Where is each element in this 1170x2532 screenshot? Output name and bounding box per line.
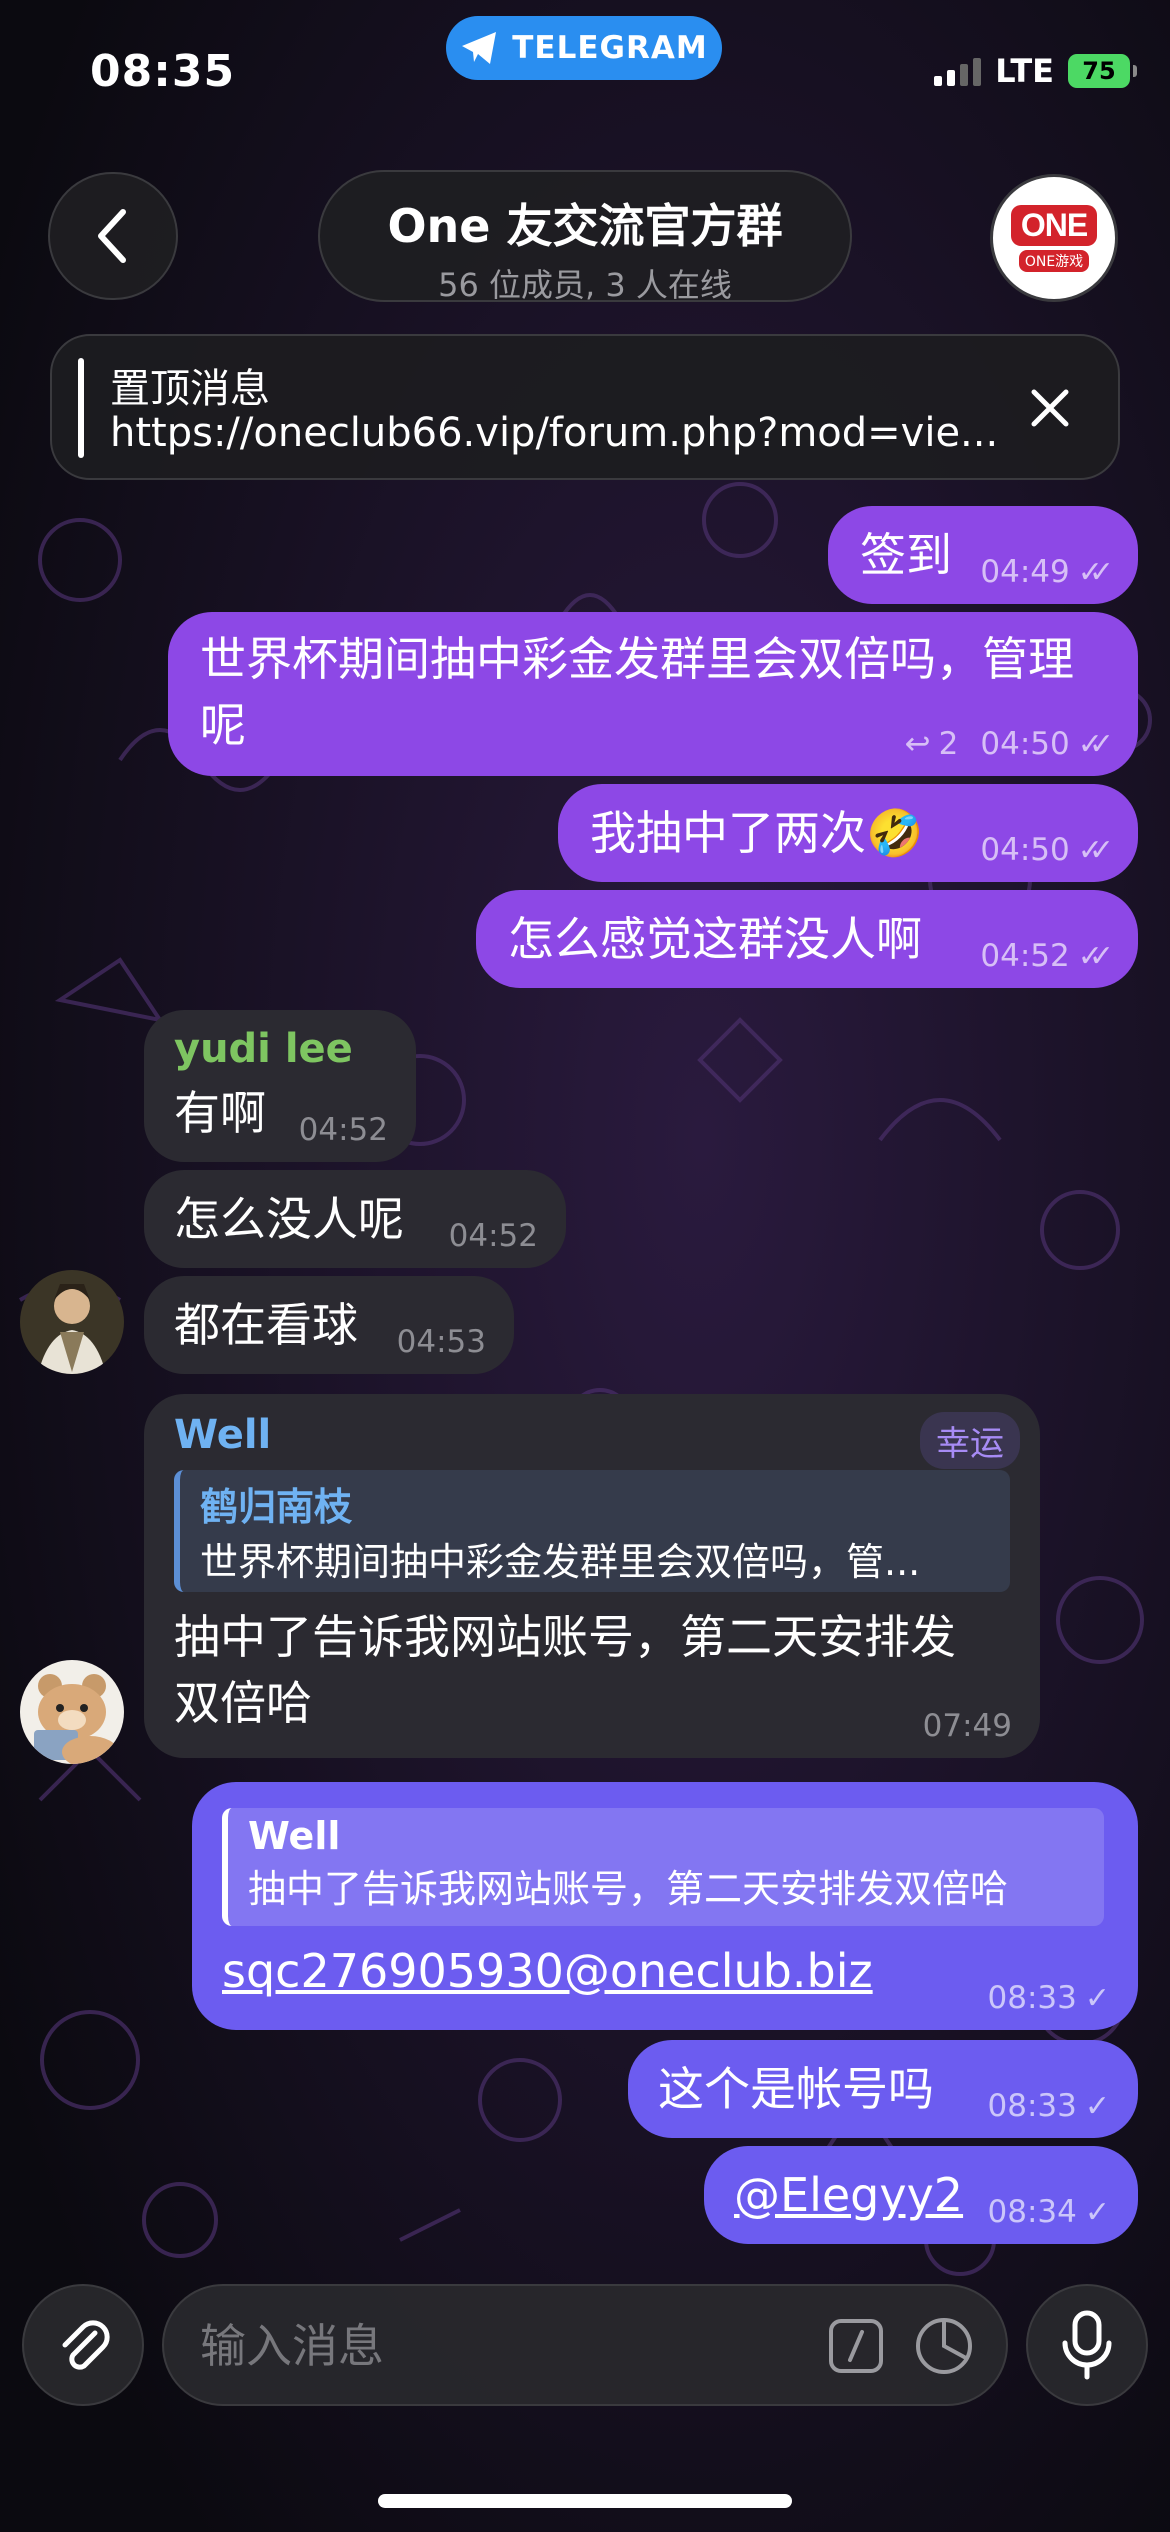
group-avatar[interactable]: ONE ONE游戏 bbox=[990, 174, 1118, 302]
pinned-title: 置顶消息 bbox=[110, 366, 270, 412]
message-meta: ↩ 2 04:50 ✓✓ bbox=[904, 726, 1115, 762]
message-text: 这个是帐号吗 bbox=[658, 2062, 934, 2116]
message-time: 04:49 bbox=[980, 554, 1070, 590]
message-time: 08:33 bbox=[987, 1980, 1077, 2016]
command-icon[interactable] bbox=[828, 2318, 884, 2374]
quoted-sender: 鹤归南枝 bbox=[200, 1485, 353, 1529]
message-meta: 04:49 ✓✓ bbox=[980, 554, 1114, 590]
check-icon: ✓✓ bbox=[1077, 832, 1114, 868]
message-meta: 04:52 ✓✓ bbox=[980, 938, 1114, 974]
message-bubble[interactable]: 我抽中了两次🤣 04:50 ✓✓ bbox=[558, 784, 1138, 882]
pinned-text: https://oneclub66.vip/forum.php?mod=vie.… bbox=[110, 410, 999, 456]
quoted-reply[interactable]: Well 抽中了告诉我网站账号，第二天安排发双倍哈 bbox=[222, 1808, 1104, 1926]
message-time: 04:52 bbox=[298, 1112, 388, 1148]
battery-icon: 75 bbox=[1068, 54, 1137, 88]
message-meta: 04:52 bbox=[299, 1112, 388, 1148]
message-bubble[interactable]: 怎么没人呢 04:52 bbox=[144, 1170, 566, 1268]
close-icon[interactable] bbox=[1022, 380, 1078, 436]
message-meta: 07:49 bbox=[923, 1708, 1012, 1744]
signal-icon bbox=[934, 56, 982, 86]
message-text: 怎么感觉这群没人啊 bbox=[508, 912, 922, 966]
network-label: LTE bbox=[995, 52, 1054, 90]
avatar[interactable] bbox=[20, 1660, 124, 1764]
chat-title-box[interactable]: One 友交流官方群 56 位成员, 3 人在线 bbox=[318, 170, 852, 304]
message-bubble[interactable]: 都在看球 04:53 bbox=[144, 1276, 514, 1374]
home-indicator bbox=[378, 2494, 792, 2508]
message-time: 04:50 bbox=[980, 832, 1070, 868]
back-icon bbox=[98, 209, 126, 263]
chat-subtitle: 56 位成员, 3 人在线 bbox=[438, 266, 732, 304]
mention-link[interactable]: @Elegyy2 bbox=[734, 2162, 963, 2228]
message-bubble[interactable]: 这个是帐号吗 08:33 ✓ bbox=[628, 2040, 1138, 2138]
quoted-text: 世界杯期间抽中彩金发群里会双倍吗，管... bbox=[200, 1540, 921, 1584]
quoted-text: 抽中了告诉我网站账号，第二天安排发双倍哈 bbox=[248, 1867, 1009, 1911]
message-time: 04:53 bbox=[396, 1324, 486, 1360]
quoted-reply[interactable]: 鹤归南枝 世界杯期间抽中彩金发群里会双倍吗，管... bbox=[174, 1470, 1010, 1592]
message-text: 有啊 bbox=[174, 1086, 266, 1140]
message-meta: 04:52 bbox=[449, 1218, 538, 1254]
battery-level: 75 bbox=[1082, 57, 1116, 85]
message-text: 我抽中了两次🤣 bbox=[590, 806, 924, 860]
attach-icon bbox=[62, 2320, 110, 2370]
message-time: 04:50 bbox=[980, 726, 1070, 762]
message-meta: 08:33 ✓ bbox=[988, 1980, 1110, 2016]
message-text: 签到 bbox=[860, 528, 952, 582]
message-time: 07:49 bbox=[922, 1708, 1012, 1744]
message-text: 怎么没人呢 bbox=[174, 1192, 404, 1246]
message-bubble[interactable]: 签到 04:49 ✓✓ bbox=[828, 506, 1138, 604]
avatar[interactable] bbox=[20, 1270, 124, 1374]
message-time: 08:33 bbox=[987, 2088, 1077, 2124]
quoted-sender: Well bbox=[248, 1814, 341, 1858]
message-input-box[interactable] bbox=[162, 2284, 1008, 2406]
message-time: 04:52 bbox=[448, 1218, 538, 1254]
sender-name: Well bbox=[174, 1412, 272, 1458]
group-logo-text: ONE bbox=[1010, 204, 1098, 246]
message-meta: 04:50 ✓✓ bbox=[980, 832, 1114, 868]
sticker-icon[interactable] bbox=[914, 2316, 974, 2376]
chat-title: One 友交流官方群 bbox=[387, 199, 783, 253]
message-bubble[interactable]: yudi lee 有啊 04:52 bbox=[144, 1010, 416, 1162]
email-link[interactable]: sqc276905930@oneclub.biz bbox=[222, 1938, 873, 2004]
message-bubble[interactable]: Well 幸运 鹤归南枝 世界杯期间抽中彩金发群里会双倍吗，管... 抽中了告诉… bbox=[144, 1394, 1040, 1758]
check-icon: ✓✓ bbox=[1077, 938, 1114, 974]
message-bubble[interactable]: 世界杯期间抽中彩金发群里会双倍吗，管理呢 ↩ 2 04:50 ✓✓ bbox=[168, 612, 1138, 776]
message-time: 08:34 bbox=[987, 2194, 1077, 2230]
status-indicators: LTE 75 bbox=[934, 52, 1137, 90]
attach-button[interactable] bbox=[22, 2284, 144, 2406]
reply-arrow-icon: ↩ bbox=[904, 726, 931, 762]
message-time: 04:52 bbox=[980, 938, 1070, 974]
message-meta: 04:53 bbox=[397, 1324, 486, 1360]
check-icon: ✓✓ bbox=[1077, 726, 1114, 762]
message-bubble[interactable]: 怎么感觉这群没人啊 04:52 ✓✓ bbox=[476, 890, 1138, 988]
status-time: 08:35 bbox=[90, 46, 236, 97]
message-text: 抽中了告诉我网站账号，第二天安排发双倍哈 bbox=[174, 1610, 956, 1730]
group-logo-sub: ONE游戏 bbox=[1018, 249, 1090, 272]
check-icon: ✓✓ bbox=[1077, 554, 1114, 590]
message-bubble[interactable]: @Elegyy2 08:34 ✓ bbox=[704, 2146, 1138, 2244]
telegram-icon bbox=[462, 32, 497, 64]
sender-name: yudi lee bbox=[174, 1026, 353, 1072]
pinned-message[interactable]: 置顶消息 https://oneclub66.vip/forum.php?mod… bbox=[50, 334, 1120, 480]
check-icon: ✓ bbox=[1084, 2088, 1110, 2124]
check-icon: ✓ bbox=[1084, 2194, 1110, 2230]
message-input[interactable] bbox=[198, 2314, 762, 2378]
mic-icon bbox=[1062, 2310, 1112, 2380]
message-meta: 08:33 ✓ bbox=[988, 2088, 1110, 2124]
telegram-pill[interactable]: TELEGRAM bbox=[446, 16, 722, 80]
check-icon: ✓ bbox=[1084, 1980, 1110, 2016]
mic-button[interactable] bbox=[1026, 2284, 1148, 2406]
message-text: 都在看球 bbox=[174, 1298, 358, 1352]
message-meta: 08:34 ✓ bbox=[988, 2194, 1110, 2230]
pinned-bar bbox=[78, 358, 84, 458]
telegram-pill-label: TELEGRAM bbox=[512, 30, 708, 66]
back-button[interactable] bbox=[48, 172, 178, 300]
message-bubble[interactable]: Well 抽中了告诉我网站账号，第二天安排发双倍哈 sqc276905930@o… bbox=[192, 1782, 1138, 2030]
member-badge: 幸运 bbox=[920, 1412, 1020, 1469]
reply-count: 2 bbox=[938, 726, 959, 762]
